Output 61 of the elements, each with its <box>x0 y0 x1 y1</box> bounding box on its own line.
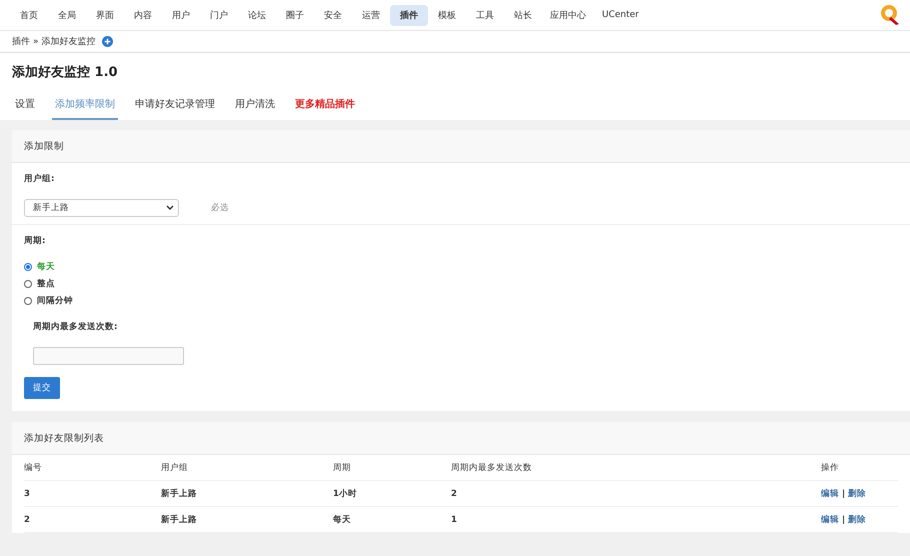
tab[interactable]: 添加频率限制 <box>52 97 118 120</box>
radio-button[interactable] <box>24 263 32 271</box>
radio-label: 每天 <box>37 261 55 273</box>
column-header: 周期 <box>333 455 451 481</box>
breadcrumb-current: 添加好友监控 <box>42 36 96 48</box>
table-cell: 3 <box>24 481 161 507</box>
submit-button[interactable]: 提交 <box>24 377 60 399</box>
action-separator: | <box>842 514 846 524</box>
nav-tab[interactable]: 内容 <box>124 4 162 26</box>
column-header: 编号 <box>24 455 161 481</box>
nav-tab[interactable]: 应用中心 <box>542 4 594 26</box>
input-field[interactable] <box>33 347 184 365</box>
nav-tab[interactable]: 模板 <box>428 4 466 26</box>
table-cell: 2 <box>451 481 821 507</box>
field-label: 周期: <box>24 235 46 247</box>
tab[interactable]: 更多精品插件 <box>292 97 358 120</box>
breadcrumb-link[interactable]: 插件 <box>12 35 30 48</box>
field-label: 周期内最多发送次数: <box>33 321 118 333</box>
table-cell: 新手上路 <box>161 507 333 533</box>
radio-button[interactable] <box>24 280 32 288</box>
field-hint: 必选 <box>211 202 229 214</box>
nav-tab[interactable]: 全局 <box>48 4 86 26</box>
tab[interactable]: 用户清洗 <box>232 97 278 120</box>
column-header: 操作 <box>821 455 898 481</box>
nav-tab[interactable]: 首页 <box>10 4 48 26</box>
nav-tab[interactable]: UCenter <box>594 6 647 24</box>
tab[interactable]: 申请好友记录管理 <box>132 97 218 120</box>
tab[interactable]: 设置 <box>12 97 38 120</box>
nav-tab[interactable]: 门户 <box>200 4 238 26</box>
card-title: 添加好友限制列表 <box>24 432 104 444</box>
table-cell: 2 <box>24 507 161 533</box>
edit-link[interactable]: 编辑 <box>821 488 839 500</box>
page-title: 添加好友监控 1.0 <box>12 64 119 81</box>
nav-tab[interactable]: 论坛 <box>238 4 276 26</box>
column-header: 周期内最多发送次数 <box>451 455 821 481</box>
action-separator: | <box>842 488 846 498</box>
delete-link[interactable]: 删除 <box>848 514 866 526</box>
nav-tab[interactable]: 安全 <box>314 4 352 26</box>
card-title: 添加限制 <box>24 140 64 152</box>
edit-link[interactable]: 编辑 <box>821 514 839 526</box>
nav-tab[interactable]: 圈子 <box>276 4 314 26</box>
field-label: 用户组: <box>24 173 56 185</box>
breadcrumb-separator: » <box>33 36 39 46</box>
nav-tab[interactable]: 站长 <box>504 4 542 26</box>
table-cell: 新手上路 <box>161 481 333 507</box>
delete-link[interactable]: 删除 <box>848 488 866 500</box>
nav-tab[interactable]: 插件 <box>390 4 428 26</box>
column-header: 用户组 <box>161 455 333 481</box>
radio-label: 整点 <box>37 278 55 290</box>
table-cell: 1 <box>451 507 821 533</box>
nav-tab[interactable]: 工具 <box>466 4 504 26</box>
radio-label: 间隔分钟 <box>37 295 73 307</box>
radio-button[interactable] <box>24 297 32 305</box>
table-cell: 每天 <box>333 507 451 533</box>
nav-tab[interactable]: 界面 <box>86 4 124 26</box>
chevron-down-icon <box>166 205 174 211</box>
add-icon[interactable] <box>102 36 113 47</box>
nav-tab[interactable]: 用户 <box>162 4 200 26</box>
user-group-select[interactable]: 新手上路 <box>24 199 179 217</box>
nav-tab[interactable]: 运营 <box>352 4 390 26</box>
table-cell: 1小时 <box>333 481 451 507</box>
